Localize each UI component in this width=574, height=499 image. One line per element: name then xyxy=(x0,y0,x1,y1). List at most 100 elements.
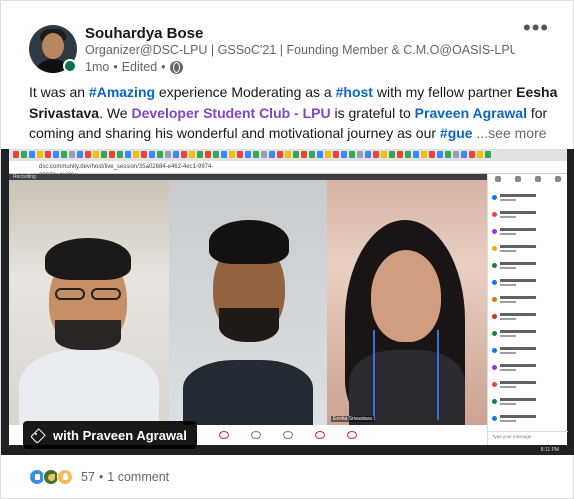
chat-author-line xyxy=(500,245,536,248)
photo-tag[interactable]: with Praveen Agrawal xyxy=(23,421,197,449)
insightful-reaction-icon xyxy=(57,469,73,485)
post-text: It was an #Amazing experience Moderating… xyxy=(29,82,559,144)
chat-message xyxy=(492,228,564,239)
browser-tab-favicon xyxy=(301,151,307,158)
chat-tab-icon[interactable] xyxy=(495,176,501,182)
browser-tab-favicon xyxy=(173,151,179,158)
browser-tab-favicon xyxy=(229,151,235,158)
browser-tab-favicon xyxy=(101,151,107,158)
chat-message xyxy=(492,194,564,205)
sound-tab-icon[interactable] xyxy=(535,176,541,182)
browser-tab-favicon xyxy=(213,151,219,158)
more-options-button[interactable]: ••• xyxy=(523,17,553,43)
browser-tab-favicon xyxy=(269,151,275,158)
post-text-fragment: with my fellow partner xyxy=(372,84,517,100)
guest-mention[interactable]: Praveen Agrawal xyxy=(415,105,527,121)
leave-icon[interactable] xyxy=(347,431,357,439)
chat-avatar-icon xyxy=(492,331,497,336)
participant-name: Eesha Srivastava xyxy=(331,416,374,422)
taskbar-clock: 8:11 PM xyxy=(540,447,559,453)
online-status-icon xyxy=(63,59,77,73)
earphone-wire xyxy=(373,330,375,420)
settings-tab-icon[interactable] xyxy=(555,176,561,182)
browser-tab-favicon xyxy=(461,151,467,158)
chat-text-line xyxy=(500,284,516,286)
browser-tab-favicon xyxy=(477,151,483,158)
chat-author-line xyxy=(500,228,536,231)
person-hair xyxy=(45,238,131,280)
share-screen-icon[interactable] xyxy=(283,431,293,439)
chat-text-line xyxy=(500,267,516,269)
video-tile-cohost: Eesha Srivastava xyxy=(327,180,487,425)
browser-tab-favicon xyxy=(485,151,491,158)
browser-tab-favicon xyxy=(205,151,211,158)
org-mention[interactable]: Developer Student Club - LPU xyxy=(131,105,330,121)
browser-tab-favicon xyxy=(421,151,427,158)
browser-tab-favicon xyxy=(277,151,283,158)
chat-avatar-icon xyxy=(492,229,497,234)
chat-avatar-icon xyxy=(492,382,497,387)
browser-tab-favicon xyxy=(341,151,347,158)
chat-text-line xyxy=(500,369,516,371)
browser-tab-favicon xyxy=(397,151,403,158)
browser-tab-favicon xyxy=(69,151,75,158)
chat-author-line xyxy=(500,194,536,197)
post-image[interactable]: dsc.community.dev/host/live_session/35a0… xyxy=(1,149,574,455)
browser-tab-favicon xyxy=(141,151,147,158)
person-head xyxy=(371,250,441,342)
video-tile-host xyxy=(9,180,169,425)
chat-message xyxy=(492,262,564,273)
person-body xyxy=(19,350,159,425)
browser-tab-favicon xyxy=(197,151,203,158)
chat-author-line xyxy=(500,313,536,316)
browser-tab-favicon xyxy=(285,151,291,158)
person-hair xyxy=(209,220,289,264)
browser-tab-favicon xyxy=(381,151,387,158)
browser-tab-favicon xyxy=(445,151,451,158)
browser-tab-favicon xyxy=(349,151,355,158)
glasses-left xyxy=(55,288,85,300)
meta-separator: • xyxy=(161,60,166,74)
browser-tab-strip xyxy=(9,149,567,161)
edited-label: Edited xyxy=(121,60,158,74)
hashtag-guest[interactable]: #gue xyxy=(440,125,473,141)
comment-count[interactable]: 1 comment xyxy=(107,470,169,484)
browser-tab-favicon xyxy=(365,151,371,158)
tag-label: with Praveen Agrawal xyxy=(53,427,187,443)
address-url: dsc.community.dev/host/live_session/35a0… xyxy=(39,164,214,179)
meta-separator: • xyxy=(113,60,118,74)
chat-author-line xyxy=(500,279,536,282)
browser-tab-favicon xyxy=(37,151,43,158)
hashtag-amazing[interactable]: #Amazing xyxy=(89,84,155,100)
browser-tab-favicon xyxy=(221,151,227,158)
browser-tab-favicon xyxy=(109,151,115,158)
post-time: 1mo xyxy=(85,60,110,74)
browser-tab-favicon xyxy=(357,151,363,158)
stop-recording-icon[interactable] xyxy=(315,431,325,439)
video-tile-guest xyxy=(169,180,327,425)
browser-tab-favicon xyxy=(61,151,67,158)
camera-icon[interactable] xyxy=(251,431,261,439)
author-headline: Organizer@DSC-LPU | GSSoC'21 | Founding … xyxy=(85,43,515,57)
reaction-count[interactable]: 57 xyxy=(81,470,95,484)
browser-tab-favicon xyxy=(413,151,419,158)
chat-text-line xyxy=(500,233,516,235)
browser-tab-favicon xyxy=(437,151,443,158)
tag-icon xyxy=(31,428,45,442)
author-name[interactable]: Souhardya Bose xyxy=(85,25,203,42)
attendees-tab-icon[interactable] xyxy=(515,176,521,182)
mic-icon[interactable] xyxy=(219,431,229,439)
browser-tab-favicon xyxy=(157,151,163,158)
avatar-face xyxy=(42,33,64,59)
chat-input[interactable]: Type your message xyxy=(488,431,568,445)
browser-tab-favicon xyxy=(245,151,251,158)
browser-tab-favicon xyxy=(125,151,131,158)
browser-tab-favicon xyxy=(165,151,171,158)
see-more-link[interactable]: see more xyxy=(488,125,546,141)
chat-message xyxy=(492,381,564,392)
chat-author-line xyxy=(500,296,536,299)
chat-avatar-icon xyxy=(492,280,497,285)
chat-author-line xyxy=(500,415,536,418)
chat-text-line xyxy=(500,403,516,405)
hashtag-host[interactable]: #host xyxy=(336,84,373,100)
